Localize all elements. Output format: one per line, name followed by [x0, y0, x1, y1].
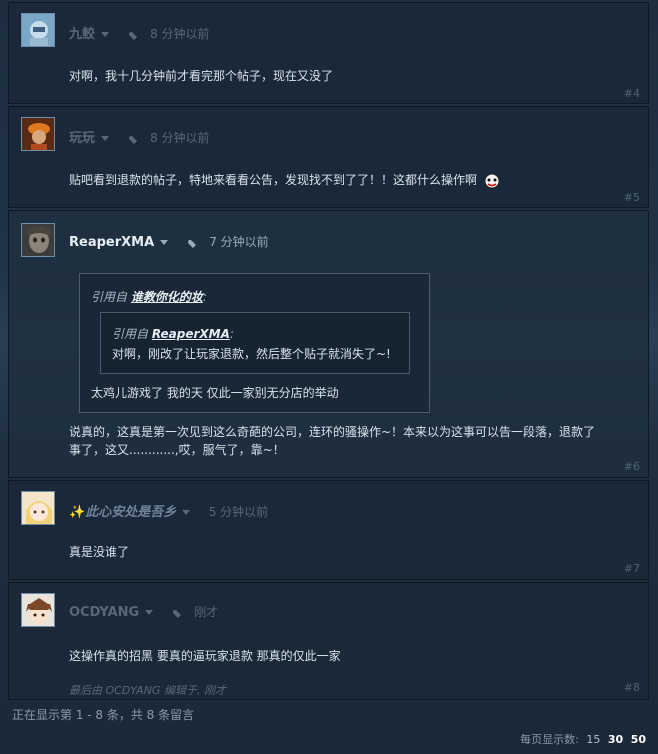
nested-quote-block: 引用自 ReaperXMA: 对啊，刚改了让玩家退款，然后整个贴子就消失了~!: [100, 312, 410, 374]
post-time: 8 分钟以前: [150, 27, 210, 41]
quote-colon: :: [202, 290, 207, 304]
per-page-option-15[interactable]: 15: [586, 733, 600, 746]
reaper-avatar-icon: [22, 224, 54, 256]
per-page-option-50[interactable]: 50: [631, 733, 646, 746]
nested-quote-header: 引用自 ReaperXMA:: [112, 325, 234, 342]
comment-text: 真是没谁了: [69, 545, 130, 559]
quote-author-link[interactable]: 谁教你化的妆: [131, 290, 203, 304]
anime-girl-avatar-icon: [22, 492, 54, 524]
post-time: 5 分钟以前: [208, 505, 269, 519]
quote-block: 引用自 谁教你化的妆: 引用自 ReaperXMA: 对啊，刚改了让玩家退款，然…: [79, 273, 430, 413]
nested-quote-author-link[interactable]: ReaperXMA: [152, 327, 230, 341]
comment-post: OCDYANG 刚才 这操作真的招黑 要真的逼玩家退款 那真的仅此一家 最后由 …: [8, 582, 649, 700]
pagination-info: 正在显示第 1 - 8 条，共 8 条留言: [12, 708, 195, 722]
chevron-down-icon[interactable]: [160, 240, 169, 245]
edited-note: 最后由 OCDYANG 编辑于, 刚才: [69, 684, 226, 697]
quote-header: 引用自 谁教你化的妆:: [91, 288, 207, 305]
avatar[interactable]: [21, 13, 55, 47]
emoticon-icon: [484, 173, 500, 188]
post-time: 8 分钟以前: [150, 131, 210, 145]
chevron-down-icon[interactable]: [101, 32, 110, 37]
comment-text-content: 贴吧看到退款的帖子，特地来看看公告，发现找不到了了！！这都什么操作啊: [69, 173, 478, 187]
comment-text: 贴吧看到退款的帖子，特地来看看公告，发现找不到了了！！这都什么操作啊: [69, 171, 501, 189]
award-icon[interactable]: [124, 29, 140, 41]
quote-prefix: 引用自: [91, 290, 128, 304]
post-time: 刚才: [194, 605, 219, 619]
per-page-label: 每页显示数:: [520, 733, 579, 746]
avatar[interactable]: [21, 117, 55, 151]
author-name[interactable]: ✨此心安处是吾乡 5 分钟以前: [69, 501, 268, 520]
robot-avatar-icon: [22, 14, 54, 46]
chevron-down-icon[interactable]: [145, 610, 154, 615]
comment-number[interactable]: #6: [624, 460, 640, 473]
comment-number[interactable]: #4: [624, 87, 640, 100]
award-icon[interactable]: [168, 607, 184, 619]
post-time: 7 分钟以前: [209, 235, 269, 249]
author-name[interactable]: 玩玩 8 分钟以前: [69, 127, 210, 146]
author-label[interactable]: OCDYANG: [69, 605, 139, 620]
comment-text: 对啊，我十几分钟前才看完那个帖子，现在又没了: [69, 69, 334, 83]
nested-quote-prefix: 引用自: [112, 327, 149, 341]
comment-text-line: 说真的，这真是第一次见到这么奇葩的公司，连环的骚操作~！本来以为这事可以告一段落…: [69, 425, 596, 439]
comment-number[interactable]: #5: [624, 191, 640, 204]
author-label[interactable]: 玩玩: [69, 131, 95, 146]
comment-text: 这操作真的招黑 要真的逼玩家退款 那真的仅此一家: [69, 649, 341, 663]
author-label[interactable]: 九鲛: [69, 27, 95, 42]
award-icon[interactable]: [183, 237, 199, 249]
comment-post: 玩玩 8 分钟以前 贴吧看到退款的帖子，特地来看看公告，发现找不到了了！！这都什…: [8, 106, 649, 208]
per-page-option-30[interactable]: 30: [608, 733, 623, 746]
comment-number[interactable]: #7: [624, 562, 640, 575]
worker-avatar-icon: [22, 118, 54, 150]
comment-post: ReaperXMA 7 分钟以前 引用自 谁教你化的妆: 引用自 ReaperX…: [8, 210, 649, 478]
author-label[interactable]: ReaperXMA: [69, 235, 154, 250]
comment-number[interactable]: #8: [624, 681, 640, 694]
author-name[interactable]: OCDYANG 刚才: [69, 603, 218, 620]
sparkle-icon: ✨: [69, 505, 86, 520]
award-icon[interactable]: [124, 133, 140, 145]
quote-text: 太鸡儿游戏了 我的天 仅此一家别无分店的举动: [91, 386, 339, 400]
anime-boy-avatar-icon: [22, 594, 54, 626]
avatar[interactable]: [21, 593, 55, 627]
comment-text-line: 事了，这又............,哎，服气了，靠~！: [69, 443, 285, 457]
author-label[interactable]: 此心安处是吾乡: [85, 505, 176, 520]
per-page-selector: 每页显示数: 15 30 50: [516, 731, 646, 747]
avatar[interactable]: [21, 491, 55, 525]
author-name[interactable]: ReaperXMA 7 分钟以前: [69, 233, 269, 250]
nested-quote-text: 对啊，刚改了让玩家退款，然后整个贴子就消失了~!: [112, 347, 391, 361]
nested-quote-colon: :: [229, 327, 234, 341]
avatar[interactable]: [21, 223, 55, 257]
comment-post: ✨此心安处是吾乡 5 分钟以前 真是没谁了 #7: [8, 480, 649, 580]
comment-text: 说真的，这真是第一次见到这么奇葩的公司，连环的骚操作~！本来以为这事可以告一段落…: [69, 423, 595, 459]
author-name[interactable]: 九鲛 8 分钟以前: [69, 23, 210, 42]
chevron-down-icon[interactable]: [101, 136, 110, 141]
chevron-down-icon[interactable]: [182, 510, 191, 515]
comment-post: 九鲛 8 分钟以前 对啊，我十几分钟前才看完那个帖子，现在又没了 #4: [8, 2, 649, 104]
